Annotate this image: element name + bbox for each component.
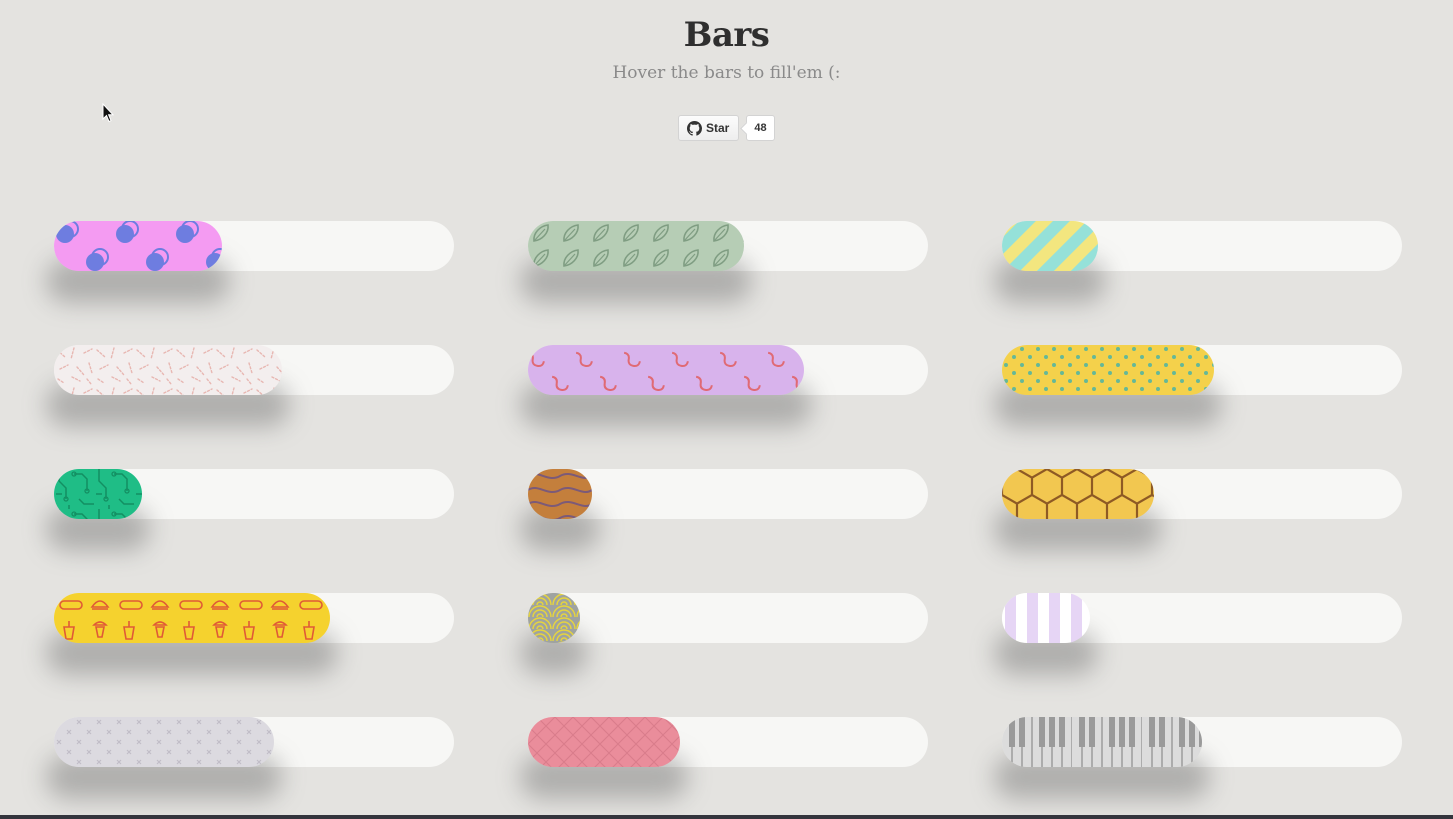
bar-fill-pink-circles bbox=[54, 221, 222, 271]
bar-pattern bbox=[54, 345, 282, 395]
bar-fill-grey-crosses bbox=[54, 717, 274, 767]
bar-fill-lavender-stripes bbox=[1002, 593, 1090, 643]
progress-bar-12[interactable] bbox=[994, 593, 1402, 675]
bar-fill-pink-texture bbox=[528, 717, 680, 767]
bar-fill-yellow-dots bbox=[1002, 345, 1214, 395]
bar-fill-green-circuit bbox=[54, 469, 142, 519]
mouse-pointer-icon bbox=[102, 102, 115, 123]
bar-pattern bbox=[528, 593, 580, 643]
progress-bar-13[interactable] bbox=[46, 717, 454, 799]
bar-fill-green-leaves bbox=[528, 221, 744, 271]
bar-pattern bbox=[528, 469, 592, 519]
bar-pattern bbox=[528, 345, 804, 395]
bar-pattern bbox=[54, 469, 142, 519]
progress-bar-1[interactable] bbox=[46, 221, 454, 303]
github-star-button[interactable]: Star bbox=[678, 115, 740, 141]
progress-bar-4[interactable] bbox=[46, 345, 454, 427]
github-star-label: Star bbox=[706, 121, 730, 135]
progress-bar-10[interactable] bbox=[46, 593, 454, 675]
bar-pattern bbox=[1002, 593, 1090, 643]
bar-fill-seigaiha-waves bbox=[528, 593, 580, 643]
page-subtitle: Hover the bars to fill'em (: bbox=[612, 63, 841, 83]
progress-bar-3[interactable] bbox=[994, 221, 1402, 303]
progress-bar-6[interactable] bbox=[994, 345, 1402, 427]
bottom-edge bbox=[0, 815, 1453, 819]
progress-bar-2[interactable] bbox=[520, 221, 928, 303]
bar-pattern bbox=[54, 593, 330, 643]
bar-pattern bbox=[528, 717, 680, 767]
bar-pattern bbox=[1002, 469, 1154, 519]
bar-fill-piano-keys bbox=[1002, 717, 1202, 767]
github-star-widget: Star 48 bbox=[678, 114, 775, 142]
bar-fill-fast-food bbox=[54, 593, 330, 643]
bar-fill-honeycomb bbox=[1002, 469, 1154, 519]
bar-pattern bbox=[1002, 717, 1202, 767]
bar-fill-lilac-waves bbox=[528, 345, 804, 395]
bar-pattern bbox=[54, 717, 274, 767]
page-header: Bars Hover the bars to fill'em (: bbox=[0, 14, 1453, 84]
progress-bar-14[interactable] bbox=[520, 717, 928, 799]
progress-bar-8[interactable] bbox=[520, 469, 928, 551]
page-title: Bars bbox=[683, 15, 770, 55]
progress-bar-15[interactable] bbox=[994, 717, 1402, 799]
bar-pattern bbox=[54, 221, 222, 271]
bar-fill-pink-dashes bbox=[54, 345, 282, 395]
bar-pattern bbox=[528, 221, 744, 271]
github-icon bbox=[687, 120, 706, 136]
progress-bar-7[interactable] bbox=[46, 469, 454, 551]
github-star-count[interactable]: 48 bbox=[746, 115, 775, 141]
progress-bar-5[interactable] bbox=[520, 345, 928, 427]
bar-pattern bbox=[1002, 221, 1098, 271]
bar-pattern bbox=[1002, 345, 1214, 395]
bar-fill-mint-yellow-stripes bbox=[1002, 221, 1098, 271]
progress-bar-11[interactable] bbox=[520, 593, 928, 675]
bar-fill-wood-grain bbox=[528, 469, 592, 519]
progress-bar-9[interactable] bbox=[994, 469, 1402, 551]
